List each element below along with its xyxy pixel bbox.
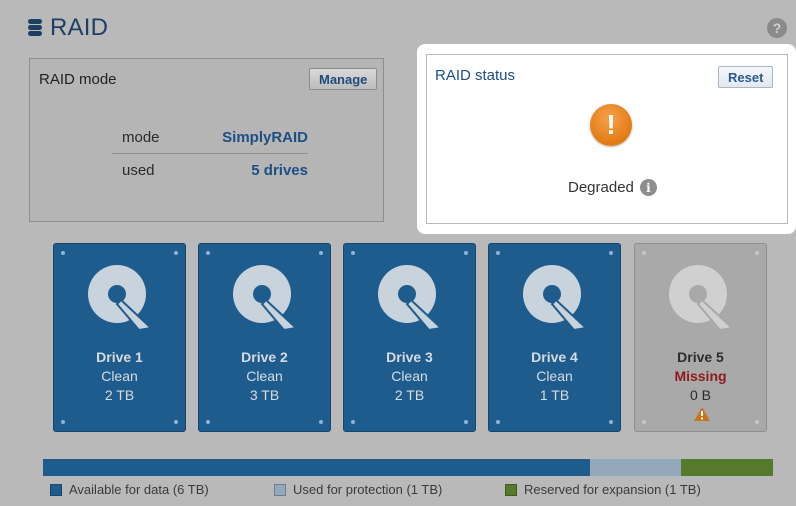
drive-card-5[interactable]: Drive 5 Missing 0 B: [634, 243, 767, 432]
legend-protection: Used for protection (1 TB): [274, 482, 442, 497]
drive-status: Clean: [536, 368, 573, 384]
info-icon[interactable]: i: [639, 179, 657, 196]
mode-row: mode SimplyRAID: [112, 122, 308, 154]
capacity-segment-reserved: [681, 459, 773, 476]
raid-mode-label: RAID mode: [39, 71, 117, 88]
legend-label: Reserved for expansion (1 TB): [524, 482, 701, 497]
used-key: used: [122, 161, 155, 179]
reset-button[interactable]: Reset: [718, 66, 774, 88]
legend-reserved: Reserved for expansion (1 TB): [505, 482, 701, 497]
alert-icon: !: [590, 104, 632, 146]
capacity-segment-protection: [590, 459, 681, 476]
drive-platter-icon: [523, 265, 588, 330]
legend-data: Available for data (6 TB): [50, 482, 209, 497]
status-text: Degraded: [568, 179, 634, 196]
raid-mode-panel: RAID mode Manage mode SimplyRAID used 5 …: [29, 58, 384, 222]
drive-platter-icon: [233, 265, 298, 330]
mode-value: SimplyRAID: [222, 129, 308, 146]
warning-icon: [694, 407, 710, 421]
status-row: Degraded i: [568, 179, 657, 196]
drive-card-2[interactable]: Drive 2 Clean 3 TB: [198, 243, 331, 432]
database-icon: [28, 19, 42, 37]
drive-name: Drive 1: [96, 349, 143, 365]
drive-size: 0 B: [689, 387, 711, 403]
used-value: 5 drives: [251, 161, 308, 179]
raid-page: RAID ? RAID mode Manage mode SimplyRAID …: [0, 0, 796, 506]
raid-status-panel: RAID status Reset ! Degraded i: [426, 54, 788, 224]
used-row: used 5 drives: [112, 154, 308, 186]
drive-name: Drive 2: [241, 349, 288, 365]
raid-status-highlight: RAID status Reset ! Degraded i: [417, 44, 796, 234]
drive-card-4[interactable]: Drive 4 Clean 1 TB: [488, 243, 621, 432]
drive-card-1[interactable]: Drive 1 Clean 2 TB: [53, 243, 186, 432]
drive-platter-icon: [378, 265, 443, 330]
drive-size: 2 TB: [104, 387, 135, 403]
drive-platter-icon: [669, 265, 734, 330]
drive-name: Drive 3: [386, 349, 433, 365]
legend-label: Used for protection (1 TB): [293, 482, 443, 497]
page-title: RAID: [50, 14, 109, 41]
help-icon[interactable]: ?: [767, 18, 787, 38]
legend-swatch: [274, 483, 286, 496]
capacity-bar: [43, 459, 773, 476]
drive-name: Drive 5: [677, 349, 724, 365]
raid-status-label: RAID status: [435, 67, 516, 84]
drive-status: Clean: [101, 368, 138, 384]
drive-status: Missing: [674, 368, 727, 384]
mode-key: mode: [122, 129, 160, 146]
drive-status: Clean: [391, 368, 428, 384]
manage-button[interactable]: Manage: [309, 68, 378, 90]
legend-swatch: [505, 483, 517, 496]
raid-mode-table: mode SimplyRAID used 5 drives: [112, 122, 308, 186]
legend-swatch: [50, 483, 62, 496]
legend-label: Available for data (6 TB): [69, 482, 209, 497]
drive-size: 3 TB: [249, 387, 280, 403]
drive-size: 2 TB: [394, 387, 425, 403]
drive-size: 1 TB: [539, 387, 570, 403]
drive-status: Clean: [246, 368, 283, 384]
page-header: RAID: [28, 14, 108, 42]
drive-platter-icon: [88, 265, 153, 330]
capacity-segment-data: [43, 459, 590, 476]
drive-name: Drive 4: [531, 349, 578, 365]
drive-card-3[interactable]: Drive 3 Clean 2 TB: [343, 243, 476, 432]
